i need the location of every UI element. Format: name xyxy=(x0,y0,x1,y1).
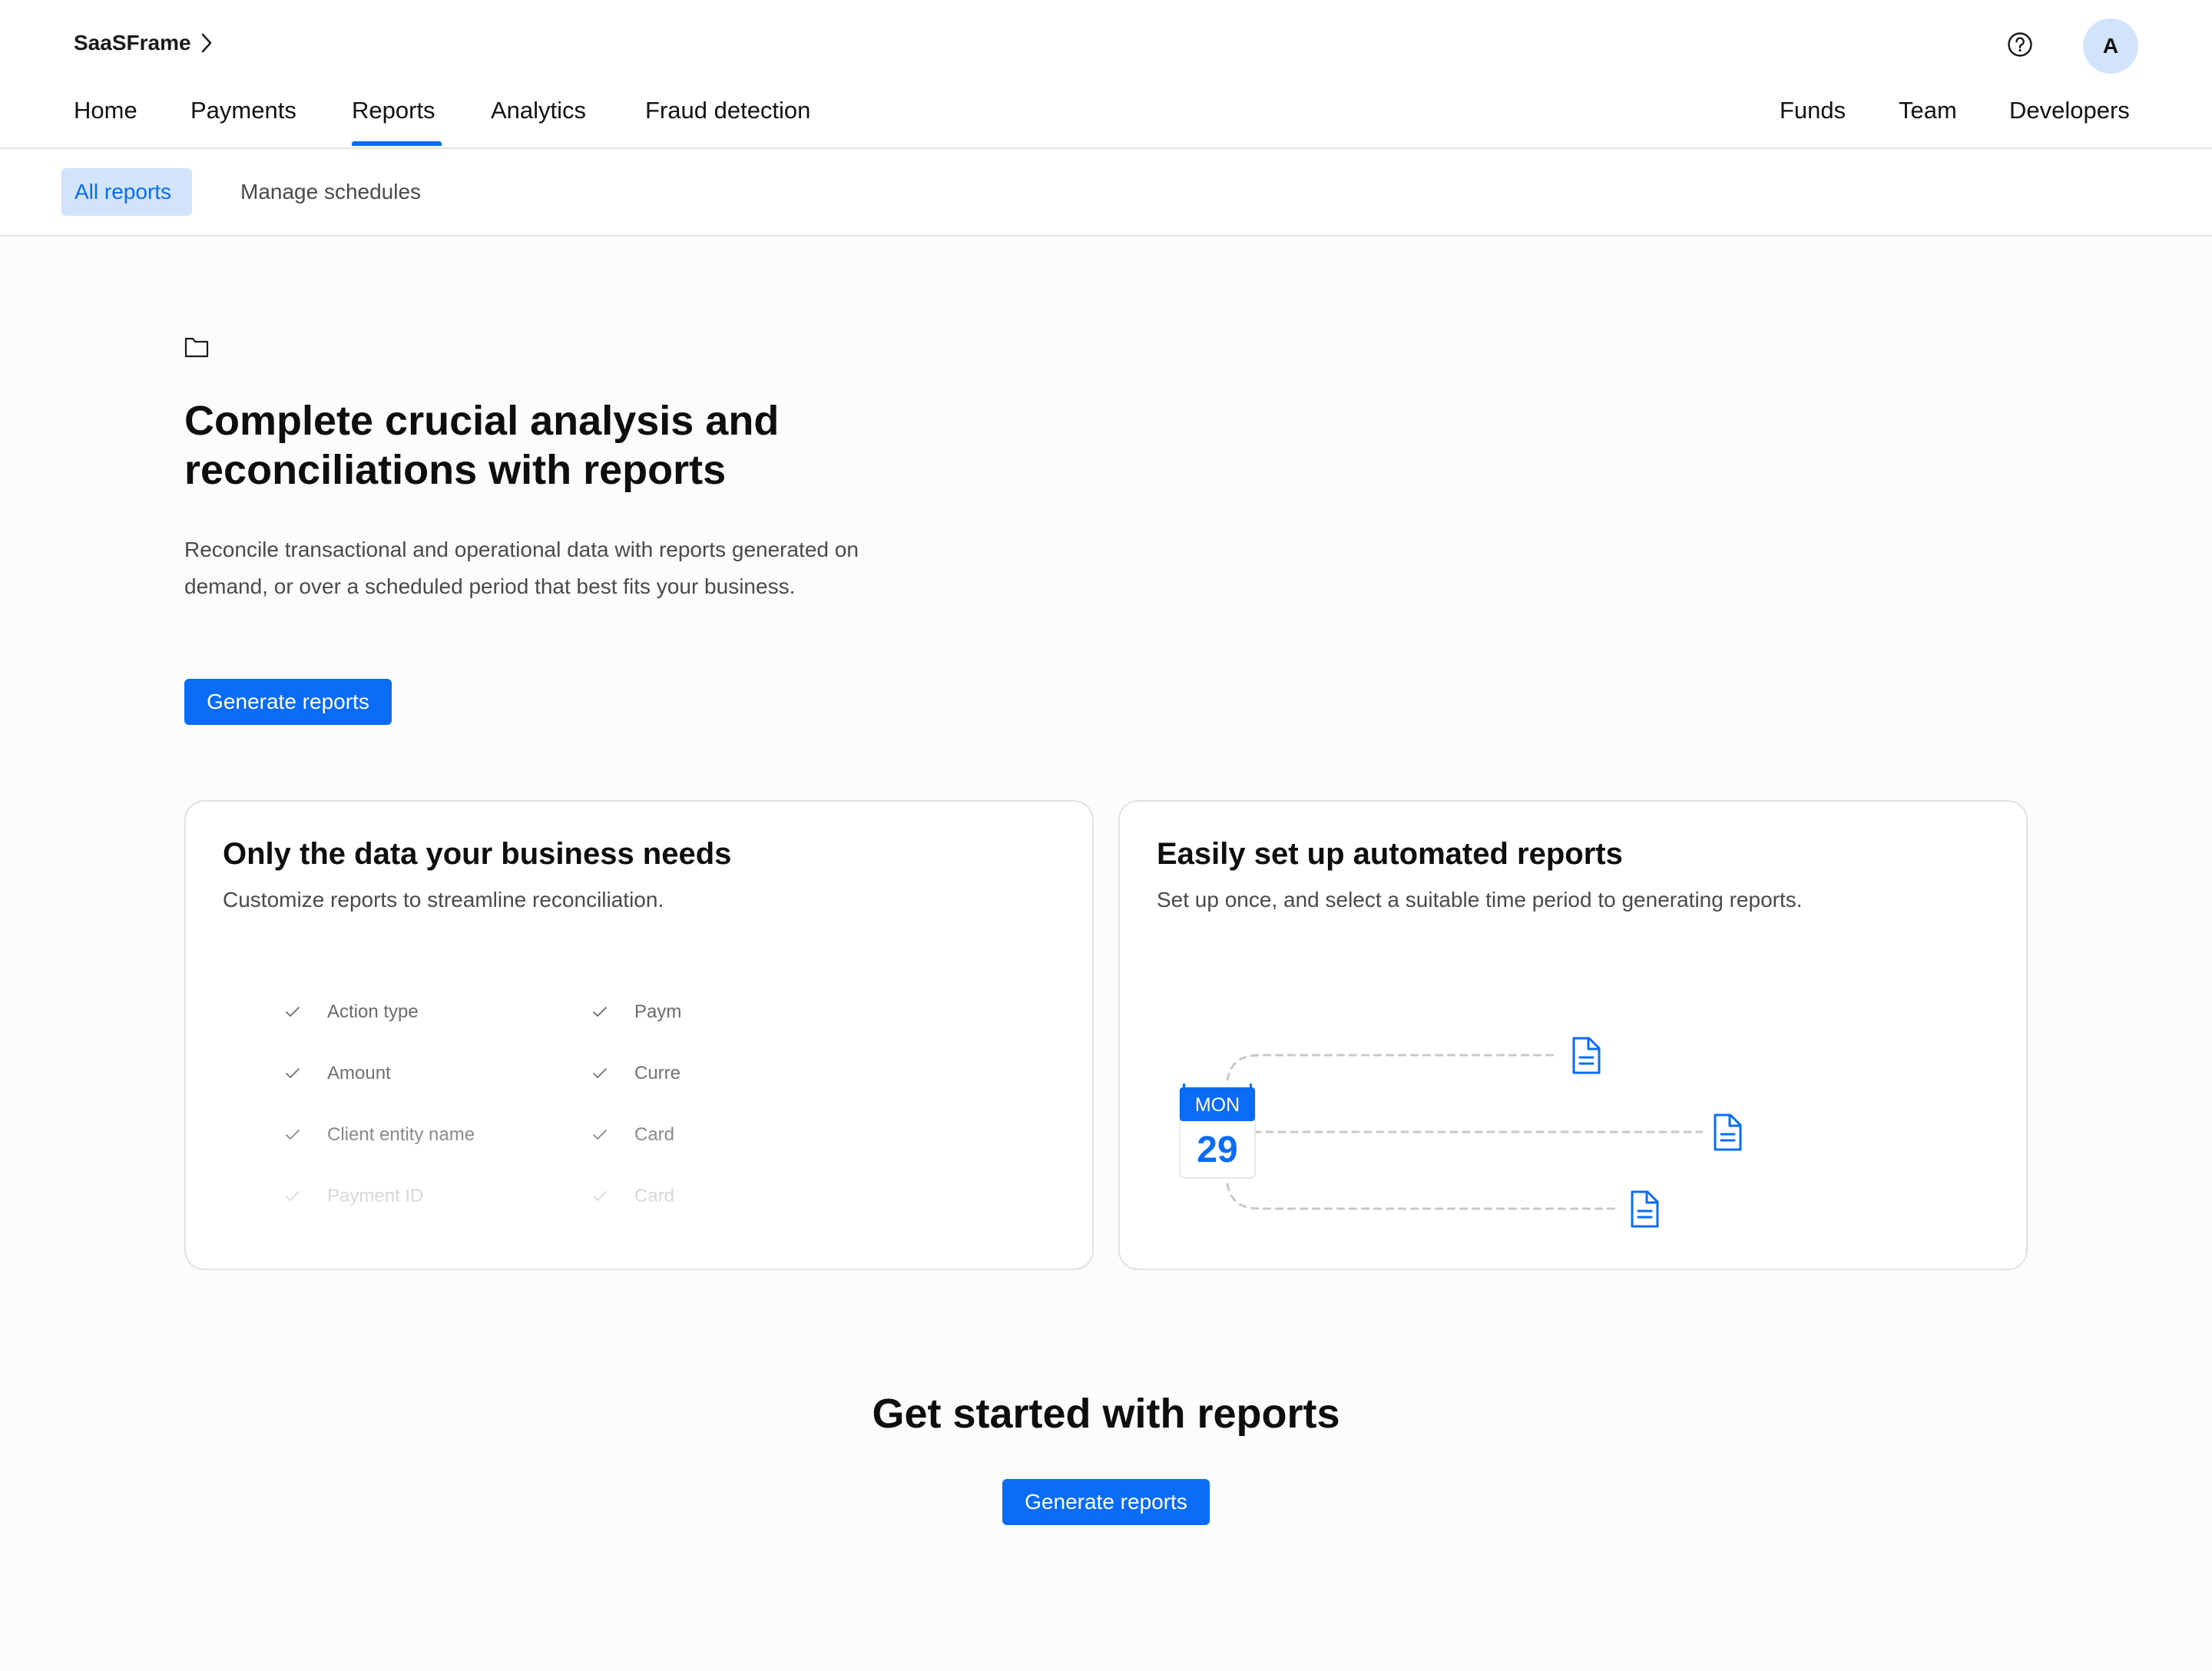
document-icon xyxy=(1572,1037,1601,1074)
automated-reports-card: Easily set up automated reports Set up o… xyxy=(1118,800,2028,1270)
custom-data-card: Only the data your business needs Custom… xyxy=(184,800,1094,1270)
list-item: Payment ID xyxy=(284,1186,423,1207)
field-label: Curre xyxy=(634,1063,681,1084)
app-name: SaaSFrame xyxy=(74,31,191,55)
schedule-illustration: MON 29 xyxy=(1179,1037,1742,1228)
check-icon xyxy=(286,1007,300,1017)
nav-reports[interactable]: Reports xyxy=(352,97,435,124)
folder-icon xyxy=(184,337,209,358)
reports-subnav: All reports Manage schedules xyxy=(0,149,2212,237)
calendar-icon: MON 29 xyxy=(1179,1084,1256,1179)
page-title: Complete crucial analysis and reconcilia… xyxy=(184,398,780,493)
help-icon[interactable] xyxy=(2006,31,2034,58)
check-icon xyxy=(286,1068,300,1078)
check-icon xyxy=(593,1068,607,1078)
nav-analytics[interactable]: Analytics xyxy=(491,97,586,124)
nav-team[interactable]: Team xyxy=(1899,97,1957,124)
check-icon xyxy=(286,1130,300,1140)
list-item: Card xyxy=(591,1124,674,1146)
check-icon xyxy=(286,1191,300,1201)
app-brand[interactable]: SaaSFrame xyxy=(74,31,213,55)
field-label: Card xyxy=(634,1186,675,1206)
check-icon xyxy=(593,1007,607,1017)
nav-payments[interactable]: Payments xyxy=(190,97,296,124)
nav-fraud-detection[interactable]: Fraud detection xyxy=(645,97,810,124)
document-icon xyxy=(1631,1190,1659,1228)
avatar-initial: A xyxy=(2102,34,2119,58)
report-field-list: Action type Amount Client entity name Pa… xyxy=(186,802,1092,1269)
list-item: Amount xyxy=(284,1063,391,1084)
chevron-right-icon xyxy=(201,33,211,53)
active-nav-indicator xyxy=(352,141,442,146)
generate-reports-bottom-button[interactable]: Generate reports xyxy=(1002,1479,1210,1525)
top-navigation-bar: SaaSFrame A Home Payments Reports Analyt… xyxy=(0,0,2212,149)
list-item: Action type xyxy=(284,1001,419,1023)
field-label: Client entity name xyxy=(327,1124,475,1145)
nav-funds[interactable]: Funds xyxy=(1780,97,1846,124)
field-label: Amount xyxy=(327,1063,391,1084)
schedule-connector xyxy=(1226,1054,1559,1081)
nav-home[interactable]: Home xyxy=(74,97,137,124)
list-item: Curre xyxy=(591,1063,680,1084)
field-label: Payment ID xyxy=(327,1186,424,1206)
check-icon xyxy=(593,1130,607,1140)
tab-manage-schedules[interactable]: Manage schedules xyxy=(227,168,434,216)
schedule-connector xyxy=(1226,1183,1617,1210)
list-item: Paym xyxy=(591,1001,681,1023)
document-icon xyxy=(1714,1113,1742,1151)
list-item: Card xyxy=(591,1186,674,1207)
field-label: Action type xyxy=(327,1001,419,1022)
field-label: Paym xyxy=(634,1001,682,1022)
get-started-heading: Get started with reports xyxy=(872,1391,1340,1437)
page-description: Reconcile transactional and operational … xyxy=(184,538,859,598)
generate-reports-button[interactable]: Generate reports xyxy=(184,679,392,725)
list-item: Client entity name xyxy=(284,1124,475,1146)
user-avatar[interactable]: A xyxy=(2083,18,2138,74)
field-label: Card xyxy=(634,1124,675,1145)
check-icon xyxy=(593,1191,607,1201)
calendar-day: MON xyxy=(1195,1094,1240,1116)
nav-developers[interactable]: Developers xyxy=(2009,97,2130,124)
tab-all-reports[interactable]: All reports xyxy=(61,168,192,216)
calendar-date: 29 xyxy=(1197,1130,1237,1170)
